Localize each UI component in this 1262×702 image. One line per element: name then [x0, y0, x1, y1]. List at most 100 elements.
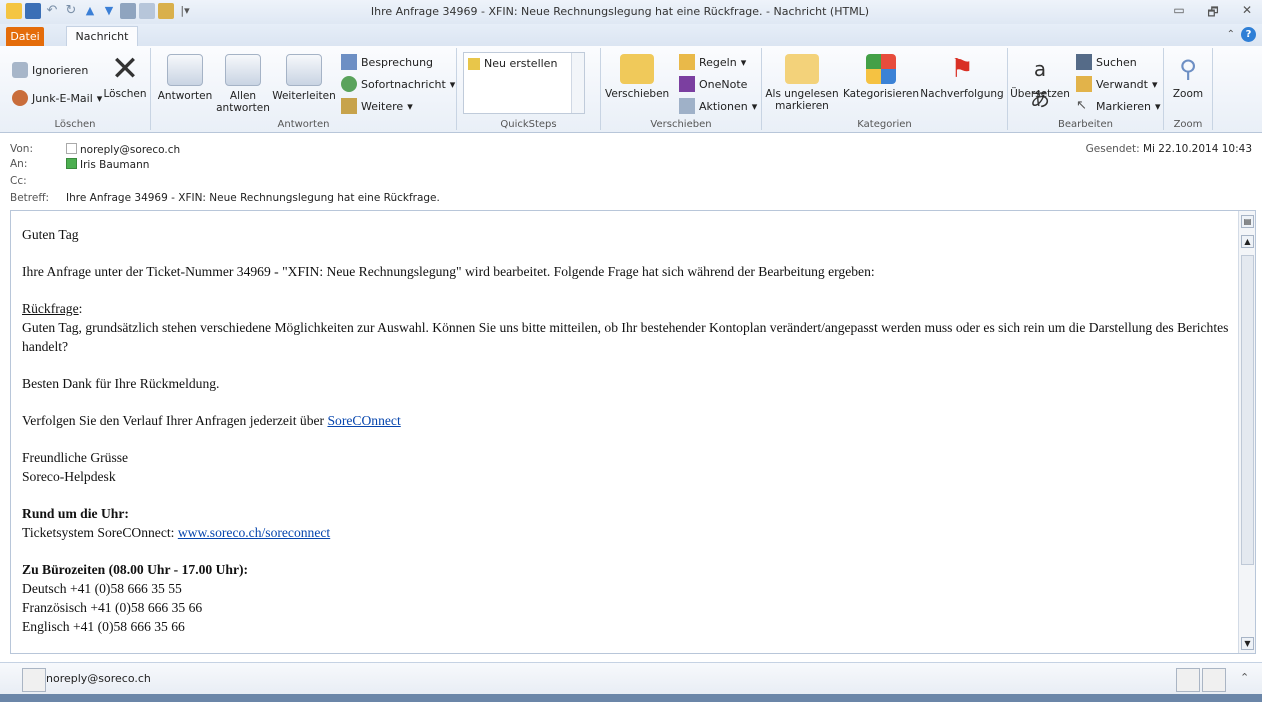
sent-value: Mi 22.10.2014 10:43 [1142, 143, 1252, 155]
tab-message[interactable]: Nachricht [66, 26, 138, 47]
quicksteps-scroll[interactable] [571, 53, 584, 113]
restore-button[interactable]: 🗗 [1204, 3, 1222, 24]
ribbon: Ignorieren Junk-E-Mail ▾ ✕ Löschen Lösche… [0, 46, 1262, 133]
junk-button[interactable]: Junk-E-Mail ▾ [12, 90, 102, 106]
cursor-icon: ↖ [1076, 98, 1087, 113]
dropdown-arrow-icon: ▾ [407, 99, 413, 113]
redo-icon[interactable]: ↻ [63, 3, 79, 19]
forward-label: Weiterleiten [272, 90, 336, 102]
from-value[interactable]: noreply@soreco.ch [66, 143, 180, 156]
dropdown-arrow-icon: ▾ [1151, 77, 1158, 91]
subject-label: Betreff: [10, 192, 50, 204]
reply-button[interactable]: Antworten [155, 54, 215, 102]
move-button[interactable]: Verschieben [605, 54, 669, 100]
collapse-ribbon-icon[interactable]: ⌃ [1227, 29, 1235, 40]
reply-all-button[interactable]: Allen antworten [215, 54, 271, 114]
rules-button[interactable]: Regeln ▾ [679, 54, 746, 70]
help-area: ⌃ ? [1227, 27, 1256, 42]
mark-unread-button[interactable]: Als ungelesen markieren [764, 54, 840, 112]
paste-icon[interactable] [158, 3, 174, 19]
delete-label: Löschen [103, 88, 147, 100]
group-delete: Ignorieren Junk-E-Mail ▾ ✕ Löschen Lösche… [0, 48, 151, 130]
presence-icon [66, 143, 77, 154]
from-label: Von: [10, 143, 33, 155]
reply-all-label-1: Allen [229, 90, 257, 102]
zoom-label: Zoom [1172, 88, 1204, 100]
minimize-button[interactable]: ▭ [1170, 3, 1188, 24]
dropdown-arrow-icon: ▾ [740, 55, 747, 69]
follow-text: Verfolgen Sie den Verlauf Ihrer Anfragen… [22, 413, 328, 428]
junk-icon [12, 90, 28, 106]
more-button[interactable]: Weitere ▾ [341, 98, 413, 114]
soreconnect-link[interactable]: SoreCOnnect [327, 413, 400, 428]
next-icon[interactable]: ▼ [101, 3, 117, 19]
thanks-text: Besten Dank für Ihre Rückmeldung. [22, 376, 220, 391]
presence-online-icon [66, 158, 77, 169]
followup-button[interactable]: ⚑ Nachverfolgung [920, 54, 1004, 100]
quick-access-toolbar: ↶ ↻ ▲ ▼ |▾ [6, 3, 193, 19]
previous-icon[interactable]: ▲ [82, 3, 98, 19]
scroll-down-icon[interactable]: ▼ [1241, 637, 1254, 650]
related-button[interactable]: Verwandt ▾ [1076, 76, 1158, 92]
question-label: Rückfrage [22, 301, 79, 316]
question-colon: : [78, 301, 83, 316]
from-address: noreply@soreco.ch [80, 144, 181, 156]
vertical-scrollbar[interactable]: ▤ ▲ ▼ [1238, 211, 1255, 653]
to-label: An: [10, 158, 28, 170]
help-icon[interactable]: ? [1241, 27, 1256, 42]
meeting-label: Besprechung [361, 55, 434, 69]
mark-unread-label-1: Als ungelesen [765, 88, 839, 100]
print-preview-icon[interactable] [139, 3, 155, 19]
select-button[interactable]: ↖ Markieren ▾ [1076, 98, 1161, 114]
expand-people-pane-icon[interactable]: ⌃ [1240, 671, 1249, 684]
mark-unread-label-2: markieren [775, 100, 829, 112]
instant-message-button[interactable]: Sofortnachricht ▾ [341, 76, 455, 92]
people-avatar-2[interactable] [1202, 668, 1226, 692]
related-icon [1076, 76, 1092, 92]
onenote-icon [679, 76, 695, 92]
print-icon[interactable] [120, 3, 136, 19]
categorize-icon [866, 54, 896, 84]
move-folder-icon [620, 54, 654, 84]
meeting-button[interactable]: Besprechung [341, 54, 433, 70]
save-icon[interactable] [25, 3, 41, 19]
office-heading: Zu Bürozeiten (08.00 Uhr - 17.00 Uhr): [22, 562, 249, 577]
quicksteps-gallery[interactable]: Neu erstellen [463, 52, 585, 114]
zoom-button[interactable]: ⚲ Zoom [1168, 54, 1208, 100]
delete-x-icon: ✕ [110, 49, 140, 89]
undo-icon[interactable]: ↶ [44, 3, 60, 19]
actions-label: Aktionen [699, 99, 748, 113]
scroll-thumb[interactable] [1241, 255, 1254, 565]
close-button[interactable]: ✕ [1238, 3, 1256, 24]
actions-button[interactable]: Aktionen ▾ [679, 98, 757, 114]
ticket-link[interactable]: www.soreco.ch/soreconnect [178, 525, 330, 540]
message-body-pane[interactable]: Guten Tag Ihre Anfrage unter der Ticket-… [10, 210, 1256, 654]
translate-button[interactable]: a あ Übersetzen [1010, 54, 1070, 111]
group-edit: a あ Übersetzen Suchen Verwandt ▾ ↖ Markie… [1008, 48, 1164, 130]
forward-button[interactable]: Weiterleiten [271, 54, 337, 102]
window-title: Ihre Anfrage 34969 - XFIN: Neue Rechnung… [370, 5, 870, 18]
sender-avatar[interactable] [22, 668, 46, 692]
find-button[interactable]: Suchen [1076, 54, 1137, 70]
people-avatar-1[interactable] [1176, 668, 1200, 692]
clock-heading: Rund um die Uhr: [22, 506, 129, 521]
sender-text: Soreco-Helpdesk [22, 469, 116, 484]
reply-all-label-2: antworten [216, 102, 270, 114]
scroll-up-icon[interactable]: ▲ [1241, 235, 1254, 248]
customize-icon[interactable]: |▾ [177, 3, 193, 19]
to-value[interactable]: Iris Baumann [66, 158, 149, 171]
delete-button[interactable]: ✕ Löschen [102, 49, 148, 100]
window-controls: ▭ 🗗 ✕ [1170, 3, 1256, 24]
tab-file[interactable]: Datei [6, 27, 44, 46]
instant-message-icon [341, 76, 357, 92]
quickstep-new[interactable]: Neu erstellen [468, 57, 557, 70]
quickstep-new-label: Neu erstellen [484, 57, 558, 70]
ticket-text: Ticketsystem SoreCOnnect: [22, 525, 178, 540]
lightning-icon [468, 57, 480, 70]
group-respond: Antworten Allen antworten Weiterleiten B… [151, 48, 457, 130]
reading-pane-icon[interactable]: ▤ [1241, 215, 1254, 228]
categorize-button[interactable]: Kategorisieren [842, 54, 920, 100]
select-label: Markieren [1096, 99, 1151, 113]
onenote-button[interactable]: OneNote [679, 76, 747, 92]
ignore-button[interactable]: Ignorieren [12, 62, 88, 78]
